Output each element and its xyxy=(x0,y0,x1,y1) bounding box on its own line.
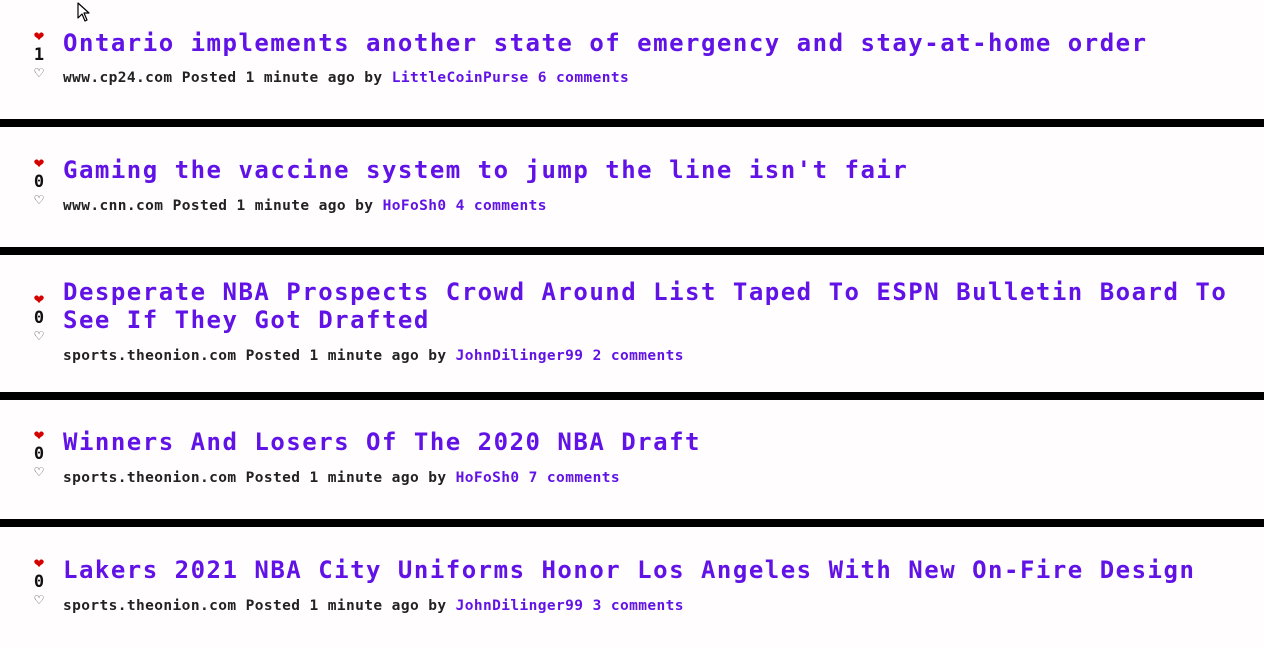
post-domain: www.cp24.com xyxy=(63,70,173,86)
post-meta: www.cnn.com Posted 1 minute ago by HoFoS… xyxy=(63,197,547,215)
vote-control: ❤ 0 ♡ xyxy=(28,427,50,481)
post-domain: sports.theonion.com xyxy=(63,598,237,614)
upvote-heart-icon[interactable]: ❤ xyxy=(28,555,50,572)
downvote-heart-icon[interactable]: ♡ xyxy=(28,592,50,608)
posted-text: Posted 1 minute ago by xyxy=(172,198,374,214)
comments-link[interactable]: 2 comments xyxy=(593,348,684,364)
post-domain: sports.theonion.com xyxy=(63,348,237,364)
divider xyxy=(0,392,1264,400)
post-domain: www.cnn.com xyxy=(63,198,164,214)
divider xyxy=(0,247,1264,255)
divider xyxy=(0,519,1264,527)
comments-link[interactable]: 6 comments xyxy=(538,70,629,86)
post-title-link[interactable]: Gaming the vaccine system to jump the li… xyxy=(63,156,1264,184)
vote-control: ❤ 0 ♡ xyxy=(28,555,50,609)
vote-control: ❤ 0 ♡ xyxy=(28,155,50,209)
post-meta: www.cp24.com Posted 1 minute ago by Litt… xyxy=(63,69,629,87)
post-item: ❤ 1 ♡ Ontario implements another state o… xyxy=(0,0,1264,119)
vote-count: 0 xyxy=(33,444,45,464)
posted-text: Posted 1 minute ago by xyxy=(245,598,447,614)
post-meta: sports.theonion.com Posted 1 minute ago … xyxy=(63,597,684,615)
comments-link[interactable]: 7 comments xyxy=(529,470,620,486)
upvote-heart-icon[interactable]: ❤ xyxy=(28,28,50,45)
post-title-link[interactable]: Lakers 2021 NBA City Uniforms Honor Los … xyxy=(63,556,1264,584)
vote-count: 0 xyxy=(33,308,45,328)
posted-text: Posted 1 minute ago by xyxy=(245,470,447,486)
vote-control: ❤ 0 ♡ xyxy=(28,291,50,345)
author-link[interactable]: JohnDilinger99 xyxy=(456,598,584,614)
author-link[interactable]: HoFoSh0 xyxy=(383,198,447,214)
post-item: ❤ 0 ♡ Gaming the vaccine system to jump … xyxy=(0,127,1264,247)
mouse-cursor-icon xyxy=(77,2,90,22)
post-item: ❤ 0 ♡ Winners And Losers Of The 2020 NBA… xyxy=(0,400,1264,519)
post-meta: sports.theonion.com Posted 1 minute ago … xyxy=(63,347,684,365)
downvote-heart-icon[interactable]: ♡ xyxy=(28,192,50,208)
upvote-heart-icon[interactable]: ❤ xyxy=(28,291,50,308)
vote-count: 0 xyxy=(33,572,45,592)
post-title-link[interactable]: Winners And Losers Of The 2020 NBA Draft xyxy=(63,428,1264,456)
vote-count: 1 xyxy=(33,45,45,65)
post-item: ❤ 0 ♡ Lakers 2021 NBA City Uniforms Hono… xyxy=(0,527,1264,647)
comments-link[interactable]: 4 comments xyxy=(456,198,547,214)
post-meta: sports.theonion.com Posted 1 minute ago … xyxy=(63,469,620,487)
vote-control: ❤ 1 ♡ xyxy=(28,28,50,82)
post-title-link[interactable]: Ontario implements another state of emer… xyxy=(63,29,1264,57)
author-link[interactable]: HoFoSh0 xyxy=(456,470,520,486)
divider xyxy=(0,119,1264,127)
upvote-heart-icon[interactable]: ❤ xyxy=(28,427,50,444)
author-link[interactable]: LittleCoinPurse xyxy=(392,70,529,86)
downvote-heart-icon[interactable]: ♡ xyxy=(28,65,50,81)
upvote-heart-icon[interactable]: ❤ xyxy=(28,155,50,172)
downvote-heart-icon[interactable]: ♡ xyxy=(28,464,50,480)
comments-link[interactable]: 3 comments xyxy=(593,598,684,614)
posted-text: Posted 1 minute ago by xyxy=(181,70,383,86)
author-link[interactable]: JohnDilinger99 xyxy=(456,348,584,364)
downvote-heart-icon[interactable]: ♡ xyxy=(28,328,50,344)
vote-count: 0 xyxy=(33,172,45,192)
post-domain: sports.theonion.com xyxy=(63,470,237,486)
post-title-link[interactable]: Desperate NBA Prospects Crowd Around Lis… xyxy=(63,278,1264,334)
posted-text: Posted 1 minute ago by xyxy=(245,348,447,364)
post-item: ❤ 0 ♡ Desperate NBA Prospects Crowd Arou… xyxy=(0,255,1264,392)
